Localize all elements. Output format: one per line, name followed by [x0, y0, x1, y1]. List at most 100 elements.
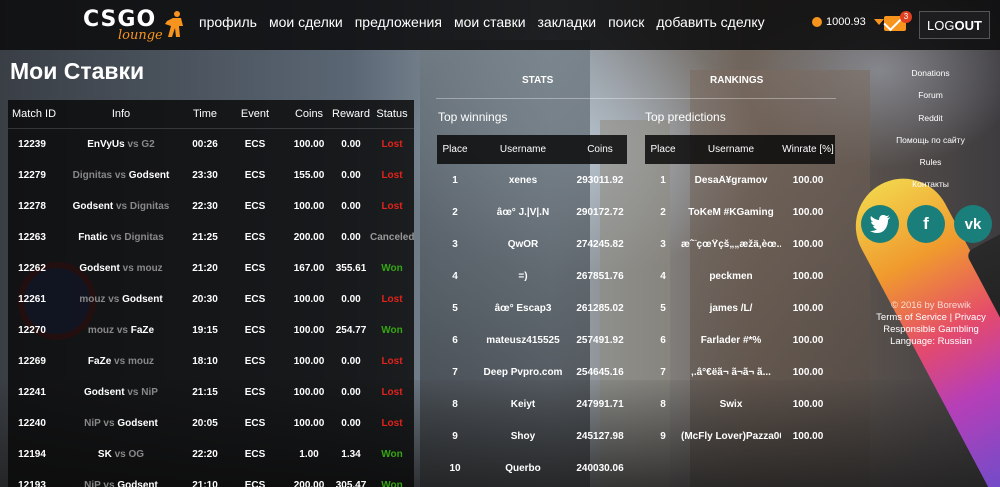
match-info-cell[interactable]: mouz vs Godsent — [56, 294, 186, 305]
match-info-cell[interactable]: NiP vs Godsent — [56, 418, 186, 429]
status-cell: Lost — [381, 418, 403, 429]
team-a: Godsent — [72, 201, 114, 212]
event-cell: ECS — [244, 325, 266, 336]
table-row[interactable]: 12194 SK vs OG 22:20 ECS 1.00 1.34 Won — [8, 439, 414, 470]
nav-my-trades[interactable]: мои сделки — [269, 14, 343, 30]
username-cell[interactable]: Farlader #*% — [681, 335, 781, 346]
table-row[interactable]: 12270 mouz vs FaZe 19:15 ECS 100.00 254.77 Won — [8, 315, 414, 346]
time-cell: 22:30 — [192, 201, 218, 212]
match-id-cell[interactable]: 12193 — [8, 480, 56, 487]
username-cell[interactable]: âœ° J.|V|.N — [473, 207, 573, 218]
coins-cell: 1.00 — [299, 449, 319, 460]
match-id-cell[interactable]: 12240 — [8, 418, 56, 429]
username-cell[interactable]: ,.â°€ëã¬ ã¬ã¬ ã... — [681, 367, 781, 378]
username-cell[interactable]: âœ° Escap3 — [473, 303, 573, 314]
language-selector[interactable]: Language: Russian — [866, 336, 996, 348]
ranking-row: 6 Farlader #*% 100.00 — [645, 324, 835, 356]
nav-offers[interactable]: предложения — [355, 14, 442, 30]
link-contacts[interactable]: Контакты — [878, 179, 983, 201]
username-cell[interactable]: QwOR — [473, 239, 573, 250]
username-cell[interactable]: (McFly Lover)Pazza00 — [681, 431, 781, 442]
nav-add-trade[interactable]: добавить сделку — [656, 14, 764, 30]
username-cell[interactable]: Keiyt — [473, 399, 573, 410]
column-header-match-id: Match ID — [12, 108, 57, 120]
right-sidebar-links: Donations Forum Reddit Помощь по сайту R… — [878, 68, 983, 202]
match-id-cell[interactable]: 12278 — [8, 201, 56, 212]
nav-my-bets[interactable]: мои ставки — [454, 14, 526, 30]
reward-cell: 305.47 — [335, 480, 367, 487]
link-donations[interactable]: Donations — [878, 68, 983, 90]
username-cell[interactable]: DesaÂ¥gramov — [681, 175, 781, 186]
table-row[interactable]: 12269 FaZe vs mouz 18:10 ECS 100.00 0.00 Lost — [8, 346, 414, 377]
username-cell[interactable]: ToKeM #KGaming — [681, 207, 781, 218]
match-id-cell[interactable]: 12263 — [8, 232, 56, 243]
username-cell[interactable]: Deep Pvpro.com — [473, 367, 573, 378]
match-info-cell[interactable]: SK vs OG — [56, 449, 186, 460]
match-id-cell[interactable]: 12279 — [8, 170, 56, 181]
match-id-cell[interactable]: 12241 — [8, 387, 56, 398]
table-row[interactable]: 12240 NiP vs Godsent 20:05 ECS 100.00 0.00 Los… — [8, 408, 414, 439]
username-cell[interactable]: Shoy — [473, 431, 573, 442]
twitter-icon[interactable] — [861, 205, 899, 243]
match-id-cell[interactable]: 12194 — [8, 449, 56, 460]
username-cell[interactable]: peckmen — [681, 271, 781, 282]
responsible-gambling-link[interactable]: Responsible Gambling — [866, 324, 996, 336]
match-id-cell[interactable]: 12270 — [8, 325, 56, 336]
username-cell[interactable]: =) — [473, 271, 573, 282]
table-row[interactable]: 12261 mouz vs Godsent 20:30 ECS 100.00 0.00 Lo… — [8, 284, 414, 315]
nav-search[interactable]: поиск — [608, 14, 644, 30]
match-id-cell[interactable]: 12269 — [8, 356, 56, 367]
status-cell: Lost — [381, 201, 403, 212]
match-info-cell[interactable]: NiP vs Godsent — [56, 480, 186, 487]
event-cell: ECS — [244, 356, 266, 367]
tab-rankings[interactable]: RANKINGS — [710, 75, 763, 86]
logo-soldier-icon — [165, 11, 183, 37]
link-forum[interactable]: Forum — [878, 90, 983, 112]
place-cell: 7 — [660, 366, 666, 378]
table-row[interactable]: 12239 EnVyUs vs G2 00:26 ECS 100.00 0.00 Lost — [8, 129, 414, 160]
username-cell[interactable]: Swix — [681, 399, 781, 410]
table-row[interactable]: 12263 Fnatic vs Dignitas 21:25 ECS 200.00 0.0… — [8, 222, 414, 253]
event-cell: ECS — [244, 139, 266, 150]
terms-link[interactable]: Terms of Service — [876, 312, 947, 323]
link-reddit[interactable]: Reddit — [878, 113, 983, 135]
site-logo[interactable]: CSGO lounge — [83, 7, 193, 45]
match-id-cell[interactable]: 12262 — [8, 263, 56, 274]
match-info-cell[interactable]: Godsent vs NiP — [56, 387, 186, 398]
match-id-cell[interactable]: 12261 — [8, 294, 56, 305]
table-row[interactable]: 12278 Godsent vs Dignitas 22:30 ECS 100.00 0.… — [8, 191, 414, 222]
table-row[interactable]: 12279 Dignitas vs Godsent 23:30 ECS 155.00 0.… — [8, 160, 414, 191]
username-cell[interactable]: Querbo — [473, 463, 573, 474]
tab-stats[interactable]: STATS — [522, 75, 553, 86]
table-row[interactable]: 12262 Godsent vs mouz 21:20 ECS 167.00 355.61… — [8, 253, 414, 284]
username-cell[interactable]: æˆ¨çœŸçš„„æžä,èœ... — [681, 239, 781, 250]
table-row[interactable]: 12193 NiP vs Godsent 21:10 ECS 200.00 305.47 W… — [8, 470, 414, 487]
facebook-icon[interactable]: f — [907, 205, 945, 243]
column-header-status: Status — [376, 108, 408, 120]
match-id-cell[interactable]: 12239 — [8, 139, 56, 150]
match-info-cell[interactable]: Fnatic vs Dignitas — [56, 232, 186, 243]
event-cell: ECS — [244, 418, 266, 429]
ranking-row: 2 ToKeM #KGaming 100.00 — [645, 196, 835, 228]
link-help[interactable]: Помощь по сайту — [878, 135, 983, 157]
match-info-cell[interactable]: FaZe vs mouz — [56, 356, 186, 367]
match-info-cell[interactable]: Godsent vs Dignitas — [56, 201, 186, 212]
nav-bookmarks[interactable]: закладки — [538, 14, 597, 30]
top-winnings-title: Top winnings — [438, 110, 508, 124]
table-row[interactable]: 12241 Godsent vs NiP 21:15 ECS 100.00 0.00 Los… — [8, 377, 414, 408]
username-cell[interactable]: xenes — [473, 175, 573, 186]
match-info-cell[interactable]: Dignitas vs Godsent — [56, 170, 186, 181]
logout-button[interactable]: LOGOUT — [919, 11, 990, 39]
event-cell: ECS — [244, 294, 266, 305]
match-info-cell[interactable]: Godsent vs mouz — [56, 263, 186, 274]
balance-dropdown[interactable]: 1000.93 — [812, 16, 884, 28]
username-cell[interactable]: mateusz415525 — [473, 335, 573, 346]
nav-profile[interactable]: профиль — [199, 14, 257, 30]
link-rules[interactable]: Rules — [878, 157, 983, 179]
vk-icon[interactable]: vk — [954, 205, 992, 243]
place-cell: 10 — [449, 462, 461, 474]
privacy-link[interactable]: Privacy — [955, 312, 986, 323]
username-cell[interactable]: james /L/ — [681, 303, 781, 314]
match-info-cell[interactable]: EnVyUs vs G2 — [56, 139, 186, 150]
match-info-cell[interactable]: mouz vs FaZe — [56, 325, 186, 336]
